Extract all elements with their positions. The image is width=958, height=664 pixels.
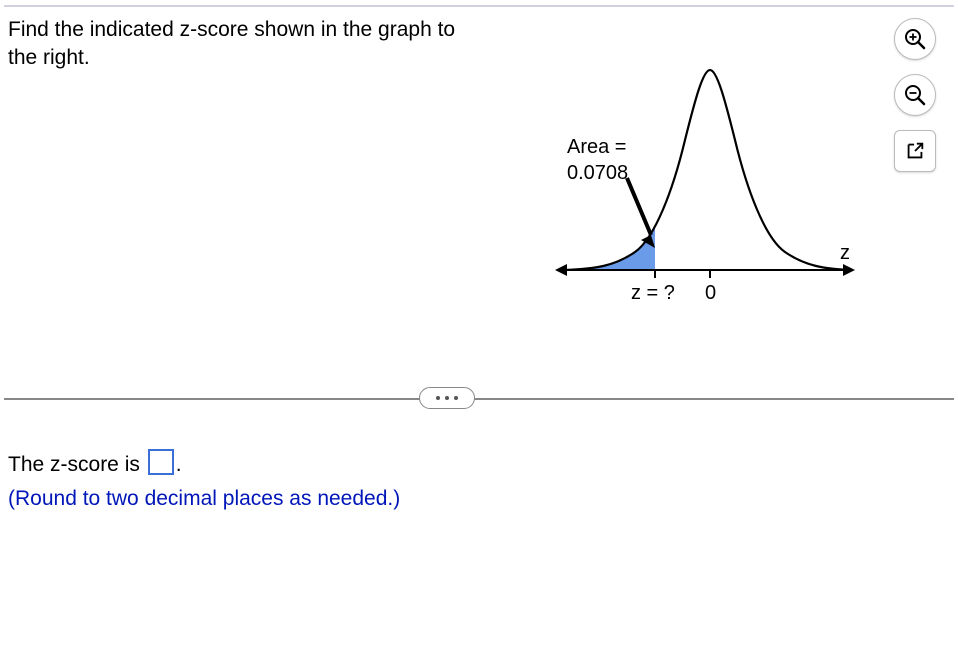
answer-area: The z-score is . (Round to two decimal p… (8, 448, 400, 515)
x-tick-zero: 0 (705, 282, 716, 305)
answer-input[interactable] (148, 449, 174, 475)
top-rule (4, 5, 954, 7)
popout-icon (904, 140, 926, 162)
normal-curve-graph: Area = 0.0708 z = ? 0 z (555, 50, 855, 330)
question-text: Find the indicated z-score shown in the … (8, 16, 468, 73)
zoom-in-button[interactable] (894, 18, 936, 60)
divider-line (4, 398, 954, 400)
dot-icon (445, 396, 449, 400)
answer-prefix: The z-score is (8, 453, 146, 476)
answer-suffix: . (176, 453, 182, 476)
arrow-right-icon (843, 264, 855, 276)
section-divider (4, 387, 954, 411)
pointer-line (627, 178, 651, 235)
toolbar (894, 18, 940, 172)
area-value: 0.0708 (567, 162, 628, 185)
x-tick-unknown: z = ? (631, 282, 675, 305)
divider-handle[interactable] (419, 387, 475, 409)
zoom-out-icon (903, 83, 927, 107)
dot-icon (454, 396, 458, 400)
arrow-left-icon (555, 264, 567, 276)
popout-button[interactable] (894, 130, 936, 172)
rounding-instruction: (Round to two decimal places as needed.) (8, 482, 400, 516)
dot-icon (436, 396, 440, 400)
axis-label: z (840, 242, 850, 265)
zoom-in-icon (903, 27, 927, 51)
area-label: Area = (567, 136, 626, 159)
answer-line: The z-score is . (8, 448, 400, 482)
zoom-out-button[interactable] (894, 74, 936, 116)
